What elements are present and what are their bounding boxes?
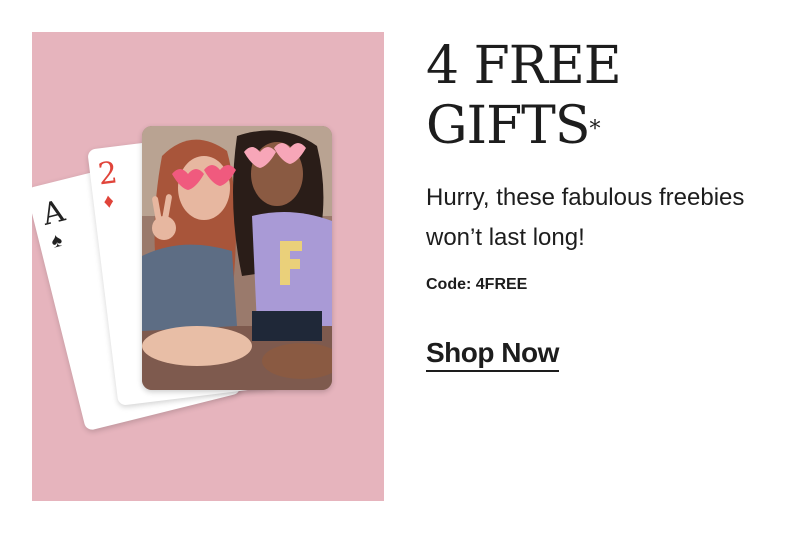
headline-line-1: 4 FREE xyxy=(426,36,622,96)
promo-code: Code: 4FREE xyxy=(426,276,528,293)
friends-photo xyxy=(142,126,332,390)
asterisk-mark: * xyxy=(589,117,600,142)
card-rank: A xyxy=(38,193,69,233)
promo-subtext: Hurry, these fabulous freebies won’t las… xyxy=(426,184,745,251)
headline: 4 FREE GIFTS* xyxy=(426,36,786,156)
promo-image: A ♠ 2 ♦ xyxy=(32,32,384,501)
card-rank: 2 xyxy=(96,155,120,193)
headline-line-2: GIFTS xyxy=(426,96,590,156)
photo-card xyxy=(142,126,332,390)
diamond-icon: ♦ xyxy=(102,190,116,214)
spade-icon: ♠ xyxy=(48,228,65,253)
shop-now-link[interactable]: Shop Now xyxy=(426,336,559,372)
